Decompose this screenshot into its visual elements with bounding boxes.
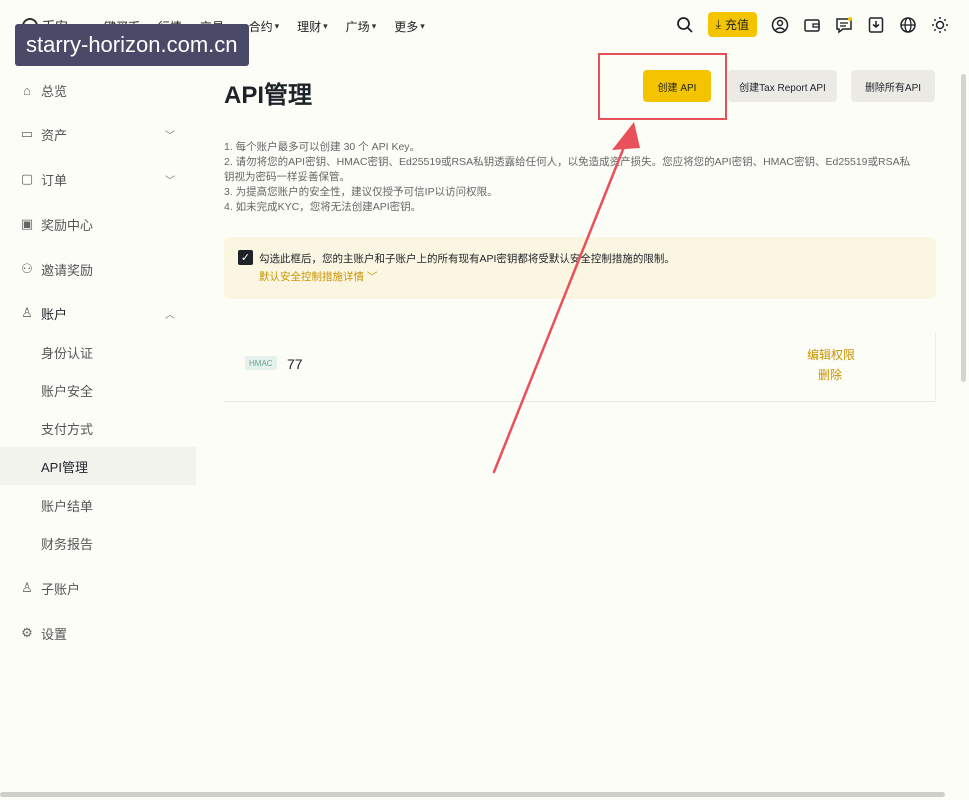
sidebar-item-label: 订单 [41,172,68,188]
sidebar-subitem-statements[interactable]: 账户结单 [0,486,196,524]
delete-all-api-button[interactable]: 删除所有API [851,70,935,102]
sidebar-item-account[interactable]: ♙ 账户 ︿ [0,294,196,332]
wallet-icon: ▭ [20,126,34,141]
settings-icon: ⚙ [21,625,33,640]
note-line: 4. 如未完成KYC，您将无法创建API密钥。 [224,201,422,213]
sub-account-icon: ♙ [21,580,33,595]
nav-item-futures[interactable]: 合约 ▾ [249,18,280,35]
note-line: 3. 为提高您账户的安全性，建议仅授予可信IP以访问权限。 [224,186,498,198]
delete-key-link[interactable]: 删除 [818,366,842,383]
edit-permissions-link[interactable]: 编辑权限 [807,346,855,363]
sidebar-subitem-label: 账户安全 [41,383,94,399]
search-icon[interactable] [676,16,694,34]
api-notes: 1. 每个账户最多可以创建 30 个 API Key。 2. 请勿将您的API密… [224,140,944,215]
chevron-down-icon: ▾ [420,21,425,31]
order-icon: ▢ [20,171,34,186]
user-icon[interactable] [771,16,789,34]
sidebar-subitem-label: API管理 [41,459,88,475]
notice-text: 勾选此框后，您的主账户和子账户上的所有现有API密钥都将受默认安全控制措施的限制… [259,253,675,265]
sidebar-subitem-label: 账户结单 [41,498,94,514]
note-line: 2. 请勿将您的API密钥、HMAC密钥、Ed25519或RSA私钥透露给任何人… [224,156,911,168]
sidebar-item-rewards[interactable]: ▣ 奖励中心 [0,205,196,243]
api-key-name: 77 [287,356,303,372]
sidebar-item-label: 邀请奖励 [41,262,94,278]
create-tax-report-api-button[interactable]: 创建Tax Report API [728,70,837,102]
sidebar-item-referral[interactable]: ⚇ 邀请奖励 [0,250,196,288]
theme-toggle-icon[interactable] [931,16,949,34]
sidebar-item-label: 总览 [41,83,68,99]
sidebar-subitem-security[interactable]: 账户安全 [0,371,196,409]
nav-item-square[interactable]: 广场 ▾ [346,18,377,35]
invite-icon: ⚇ [21,261,33,276]
security-control-checkbox[interactable]: ✓ [238,250,253,265]
message-icon[interactable] [835,16,853,34]
sidebar-subitem-payment[interactable]: 支付方式 [0,409,196,447]
link-label: 默认安全控制措施详情 [259,271,364,283]
sidebar-item-sub-account[interactable]: ♙ 子账户 [0,569,196,607]
horizontal-scrollbar[interactable] [0,792,945,797]
user-icon: ♙ [21,305,33,320]
nav-item-label: 更多 [394,20,419,34]
sidebar-subitem-label: 支付方式 [41,421,94,437]
vertical-scrollbar[interactable] [961,74,966,382]
sidebar-item-settings[interactable]: ⚙ 设置 [0,614,196,652]
page: 币安 一键买币 行情 交易▾ 合约▾ 理财▾ 广场▾ 更多▾ ⤓ 充值 [0,0,969,800]
nav-item-label: 合约 [248,20,273,34]
chevron-down-icon: ▾ [274,21,280,31]
home-icon: ⌂ [23,82,31,98]
nav-actions: ⤓ 充值 [676,12,949,37]
chevron-down-icon: ▾ [371,21,377,31]
nav-item-label: 理财 [297,20,322,34]
sidebar-item-label: 账户 [41,306,68,322]
nav-item-label: 广场 [345,20,370,34]
watermark: starry-horizon.com.cn [15,24,249,66]
chevron-down-icon: ﹀ [364,271,378,283]
security-control-notice: ✓ 勾选此框后，您的主账户和子账户上的所有现有API密钥都将受默认安全控制措施的… [224,237,936,299]
deposit-button[interactable]: ⤓ 充值 [707,12,757,37]
reward-icon: ▣ [20,216,34,231]
sidebar-item-overview[interactable]: ⌂ 总览 [0,71,196,109]
sidebar-item-label: 设置 [41,626,68,642]
annotation-highlight-box [598,53,727,120]
sidebar-subitem-api-management[interactable]: API管理 [0,447,196,485]
note-line: 钥视为密码一样妥善保管。 [224,171,350,183]
sidebar-item-orders[interactable]: ▢ 订单 ﹀ [0,160,196,198]
chevron-down-icon: ﹀ [165,175,175,187]
nav-item-more[interactable]: 更多 ▾ [394,18,425,35]
key-type-badge: HMAC [245,356,277,370]
chevron-up-icon: ︿ [165,309,175,321]
globe-icon[interactable] [899,16,917,34]
sidebar-item-assets[interactable]: ▭ 资产 ﹀ [0,115,196,153]
sidebar-subitem-label: 身份认证 [41,345,94,361]
deposit-label: 充值 [724,18,749,32]
check-icon: ✓ [240,252,251,264]
chevron-down-icon: ﹀ [165,130,175,142]
app-download-icon[interactable] [867,16,885,34]
download-icon: ⤓ [715,17,721,31]
page-title: API管理 [224,82,313,109]
wallet-icon[interactable] [803,16,821,34]
note-line: 1. 每个账户最多可以创建 30 个 API Key。 [224,141,421,153]
chevron-down-icon: ▾ [323,21,328,31]
sidebar-item-label: 子账户 [41,581,81,597]
sidebar-subitem-identity[interactable]: 身份认证 [0,333,196,371]
api-key-row: HMAC 77 编辑权限 删除 [224,332,936,402]
sidebar-item-label: 奖励中心 [41,217,94,233]
security-details-link[interactable]: 默认安全控制措施详情 ﹀ [259,269,377,284]
nav-item-earn[interactable]: 理财 ▾ [297,18,328,35]
sidebar-subitem-label: 财务报告 [41,536,94,552]
sidebar-subitem-financial-reports[interactable]: 财务报告 [0,524,196,562]
sidebar-item-label: 资产 [41,127,68,143]
